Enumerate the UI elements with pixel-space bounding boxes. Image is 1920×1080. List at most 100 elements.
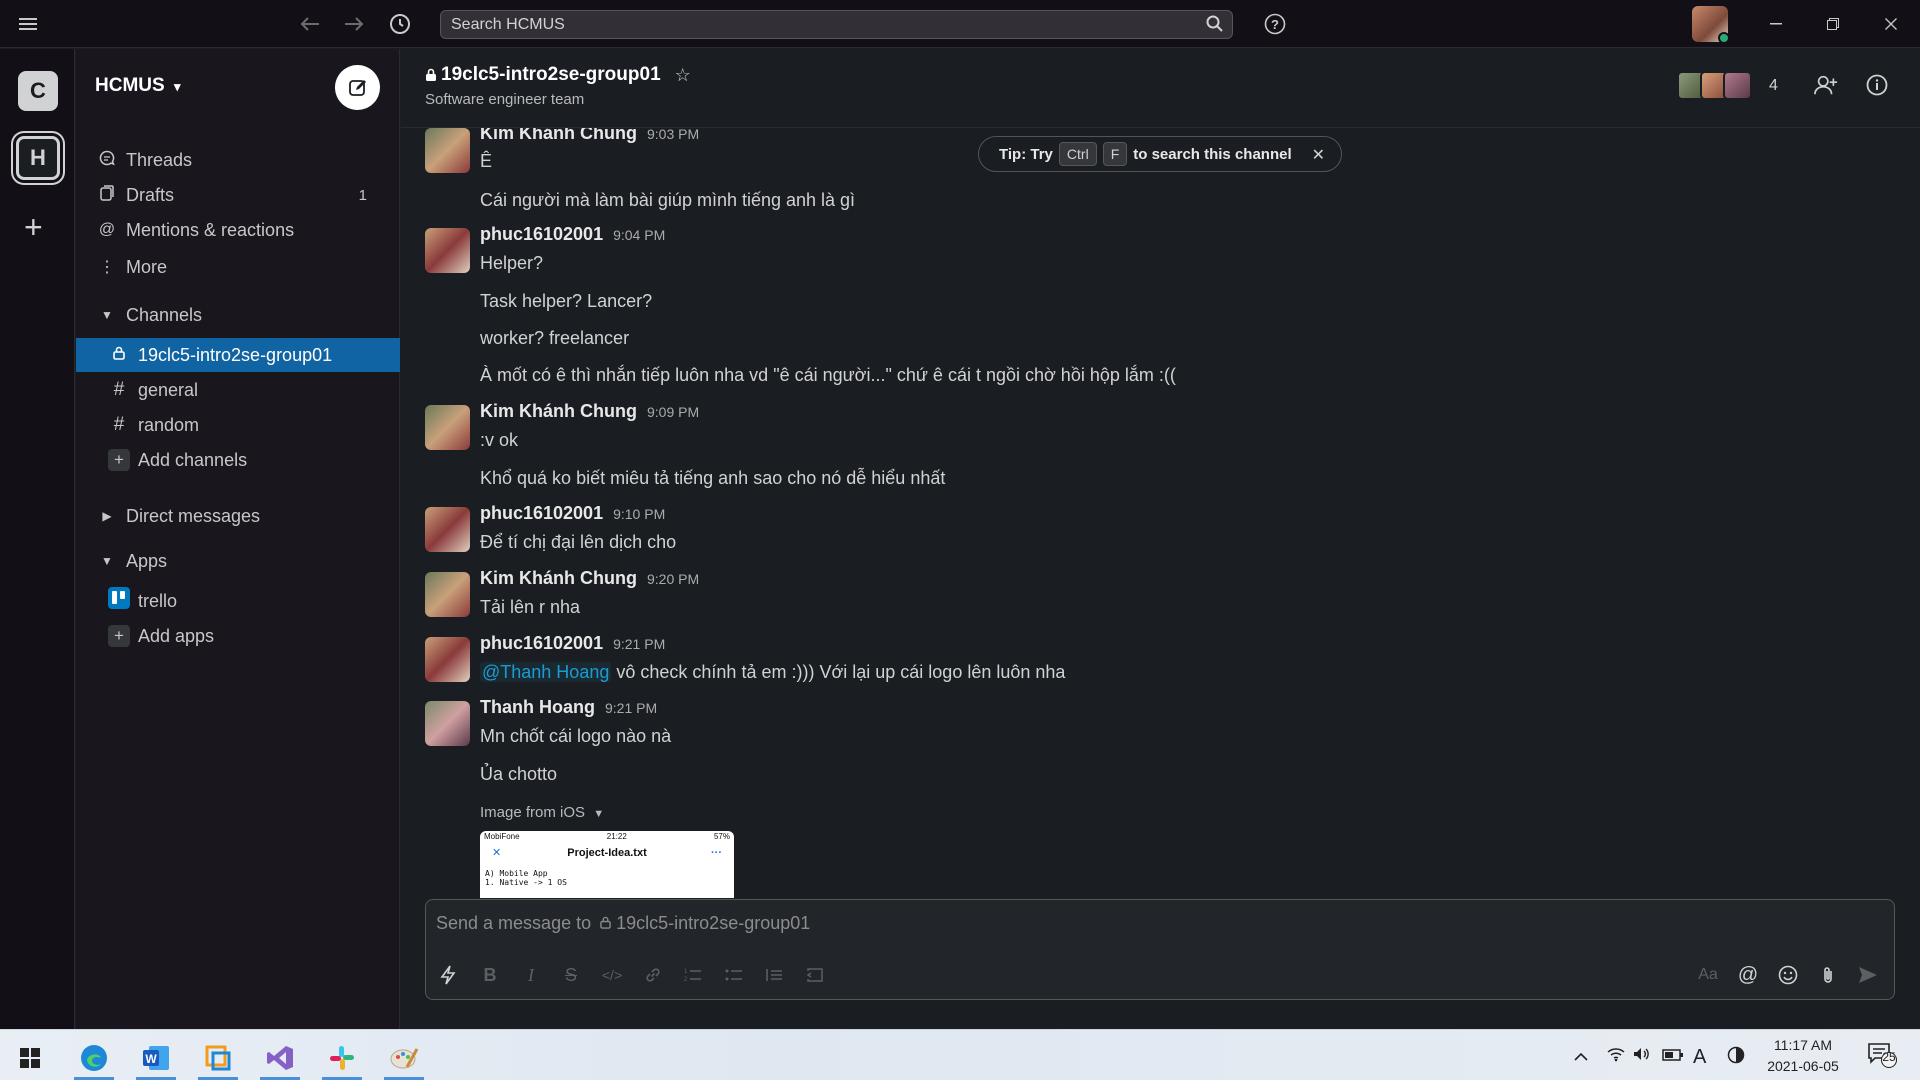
restore-icon[interactable]: [1821, 12, 1845, 36]
caret-down-icon: ▼: [101, 308, 113, 322]
shortcuts-lightning-icon[interactable]: [436, 963, 460, 987]
sidebar-item-threads[interactable]: Threads: [76, 143, 400, 177]
message-author[interactable]: Kim Khánh Chung: [480, 401, 637, 422]
message-author[interactable]: phuc16102001: [480, 633, 603, 654]
message-author[interactable]: Kim Khánh Chung: [480, 128, 637, 144]
emoji-icon[interactable]: [1776, 963, 1800, 987]
message-timestamp[interactable]: 9:03 PM: [647, 128, 699, 142]
image-attachment-preview[interactable]: MobiFone 21:22 57% ✕ Project-Idea.txt ··…: [480, 831, 734, 898]
avatar[interactable]: [425, 228, 470, 273]
message-composer[interactable]: Send a message to 19clc5-intro2se-group0…: [425, 899, 1895, 1000]
add-apps-button[interactable]: + Add apps: [76, 619, 400, 653]
avatar[interactable]: [425, 507, 470, 552]
avatar[interactable]: [425, 701, 470, 746]
code-block-icon[interactable]: [803, 963, 827, 987]
blockquote-icon[interactable]: [762, 963, 786, 987]
minimize-icon[interactable]: [1764, 12, 1788, 36]
section-direct-messages[interactable]: ▶ Direct messages: [76, 499, 400, 533]
drafts-count-badge: 1: [358, 186, 367, 204]
bold-icon[interactable]: B: [478, 963, 502, 987]
volume-icon[interactable]: [1632, 1046, 1652, 1067]
sidebar-item-app-trello[interactable]: trello: [76, 584, 400, 618]
workspace-switcher-c[interactable]: C: [18, 71, 58, 111]
forward-arrow-icon[interactable]: [342, 12, 366, 36]
notification-center-icon[interactable]: 25: [1867, 1041, 1897, 1074]
message-timestamp[interactable]: 9:10 PM: [613, 506, 665, 522]
message-input[interactable]: Send a message to 19clc5-intro2se-group0…: [436, 913, 810, 934]
taskbar-clock[interactable]: 11:17 AM 2021-06-05: [1762, 1035, 1844, 1077]
message-header: phuc16102001 9:21 PM: [480, 633, 665, 654]
channel-topic[interactable]: Software engineer team: [425, 91, 584, 108]
message-timestamp[interactable]: 9:09 PM: [647, 404, 699, 420]
bulleted-list-icon[interactable]: [722, 963, 746, 987]
user-mention[interactable]: @Thanh Hoang: [480, 662, 612, 682]
text-style-toggle[interactable]: Aa: [1696, 963, 1720, 987]
italic-icon[interactable]: I: [519, 963, 543, 987]
code-icon[interactable]: </>: [600, 963, 624, 987]
message-text: Khổ quá ko biết miêu tả tiếng anh sao ch…: [480, 468, 946, 488]
message-timestamp[interactable]: 9:20 PM: [647, 571, 699, 587]
wifi-icon[interactable]: [1606, 1046, 1626, 1067]
workspace-menu[interactable]: HCMUS ▾: [95, 75, 180, 97]
back-arrow-icon[interactable]: [298, 12, 322, 36]
section-label: Apps: [126, 550, 168, 571]
ordered-list-icon[interactable]: 12: [681, 963, 705, 987]
search-bar[interactable]: Search HCMUS: [440, 10, 1233, 39]
message-author[interactable]: phuc16102001: [480, 224, 603, 245]
show-hidden-icons-chevron-icon[interactable]: [1573, 1046, 1589, 1067]
close-window-icon[interactable]: [1879, 12, 1903, 36]
star-icon[interactable]: ☆: [675, 65, 691, 86]
paint-app-icon[interactable]: [378, 1036, 430, 1080]
attachment-label[interactable]: Image from iOS ▼: [480, 804, 604, 821]
avatar[interactable]: [425, 128, 470, 173]
add-workspace-icon[interactable]: +: [24, 209, 43, 246]
edge-browser-icon[interactable]: [68, 1036, 120, 1080]
strikethrough-icon[interactable]: S: [559, 963, 583, 987]
night-mode-icon[interactable]: [1727, 1046, 1745, 1069]
workspace-switcher-h[interactable]: H: [16, 136, 60, 180]
section-channels[interactable]: ▼ Channels: [76, 298, 400, 332]
sidebar-item-drafts[interactable]: Drafts 1: [76, 178, 400, 212]
windows-start-icon[interactable]: [4, 1036, 56, 1080]
section-apps[interactable]: ▼ Apps: [76, 544, 400, 578]
avatar[interactable]: [425, 572, 470, 617]
message-author[interactable]: Kim Khánh Chung: [480, 568, 637, 589]
history-clock-icon[interactable]: [388, 12, 412, 36]
sidebar-item-channel-random[interactable]: # random: [76, 408, 400, 442]
channel-details-icon[interactable]: [1865, 73, 1889, 97]
sidebar-item-channel-19clc5[interactable]: 19clc5-intro2se-group01: [76, 338, 400, 372]
avatar[interactable]: [425, 637, 470, 682]
send-icon[interactable]: [1856, 963, 1880, 987]
message-timestamp[interactable]: 9:21 PM: [605, 700, 657, 716]
message-header: phuc16102001 9:10 PM: [480, 503, 665, 524]
message-timestamp[interactable]: 9:04 PM: [613, 227, 665, 243]
member-count[interactable]: 4: [1769, 77, 1778, 95]
link-icon[interactable]: [641, 963, 665, 987]
input-method-indicator[interactable]: A: [1693, 1046, 1706, 1069]
sidebar-item-channel-general[interactable]: # general: [76, 373, 400, 407]
hamburger-menu-icon[interactable]: [16, 12, 40, 36]
new-message-button[interactable]: [335, 65, 380, 110]
channel-title[interactable]: 19clc5-intro2se-group01 ☆: [425, 64, 691, 86]
slack-icon[interactable]: [316, 1036, 368, 1080]
message-author[interactable]: phuc16102001: [480, 503, 603, 524]
phone-nav-bar: ✕ Project-Idea.txt ···: [480, 843, 734, 863]
avatar[interactable]: [425, 405, 470, 450]
member-avatars[interactable]: [1677, 71, 1752, 100]
message-timestamp[interactable]: 9:21 PM: [613, 636, 665, 652]
add-member-icon[interactable]: [1814, 73, 1838, 97]
app-window-icon[interactable]: [192, 1036, 244, 1080]
battery-icon[interactable]: [1662, 1046, 1684, 1067]
visual-studio-icon[interactable]: [254, 1036, 306, 1080]
sidebar-item-mentions[interactable]: @ Mentions & reactions: [76, 213, 400, 247]
search-placeholder: Search HCMUS: [451, 16, 565, 33]
search-tip-banner: Tip: Try Ctrl F to search this channel ✕: [978, 136, 1342, 172]
word-icon[interactable]: W: [130, 1036, 182, 1080]
sidebar-item-more[interactable]: ⋮ More: [76, 250, 400, 284]
add-channels-button[interactable]: + Add channels: [76, 443, 400, 477]
close-icon[interactable]: ✕: [1312, 145, 1325, 165]
help-icon[interactable]: ?: [1263, 12, 1287, 36]
mention-at-icon[interactable]: @: [1736, 963, 1760, 987]
attachment-paperclip-icon[interactable]: [1816, 963, 1840, 987]
message-author[interactable]: Thanh Hoang: [480, 697, 595, 718]
